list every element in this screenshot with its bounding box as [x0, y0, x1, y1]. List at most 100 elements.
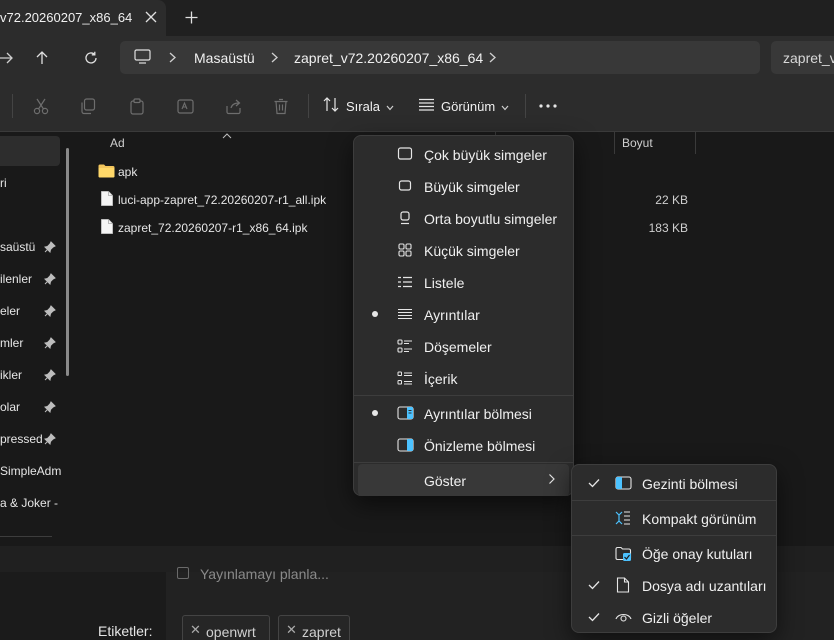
sidebar-item-label: ilenler	[0, 272, 33, 286]
tag-chip[interactable]: ✕ zapret	[278, 615, 350, 640]
sidebar-item-desktop[interactable]: saüstü	[0, 232, 62, 262]
sidebar-item-downloads[interactable]: ilenler	[0, 264, 62, 294]
sidebar-item-documents[interactable]: eler	[0, 296, 62, 326]
menu-separator	[354, 462, 573, 463]
paste-icon[interactable]	[127, 96, 147, 116]
sort-button[interactable]: Sırala	[323, 95, 394, 117]
breadcrumb-desktop[interactable]: Masaüstü	[194, 50, 255, 66]
toolbar-divider	[525, 94, 526, 118]
monitor-lg-icon	[396, 178, 414, 194]
menu-item-details[interactable]: Ayrıntılar	[358, 298, 569, 330]
sidebar-item-folder[interactable]: SimpleAdm	[0, 456, 62, 486]
more-options-icon[interactable]	[538, 96, 558, 116]
chevron-right-icon	[268, 49, 280, 65]
sidebar-item[interactable]: ri	[0, 168, 62, 198]
menu-item-label: Önizleme bölmesi	[424, 438, 536, 454]
menu-item-tiles[interactable]: Döşemeler	[358, 330, 569, 362]
tab-bar: v72.20260207_x86_64	[0, 0, 834, 36]
chevron-right-icon	[548, 473, 560, 487]
selected-bullet-icon	[372, 311, 378, 317]
submenu-item-item-checkboxes[interactable]: Öğe onay kutuları	[576, 537, 772, 569]
menu-item-large-icons[interactable]: Büyük simgeler	[358, 170, 569, 202]
submenu-item-navigation-pane[interactable]: Gezinti bölmesi	[576, 467, 772, 499]
new-tab-icon[interactable]	[180, 6, 202, 28]
sidebar-scrollbar[interactable]	[66, 148, 69, 376]
submenu-item-label: Gezinti bölmesi	[642, 476, 738, 492]
chevron-down-icon	[386, 99, 394, 114]
rename-icon[interactable]	[175, 96, 195, 116]
column-divider[interactable]	[614, 132, 615, 154]
pin-icon	[43, 401, 56, 414]
command-bar: Sırala Görünüm	[0, 80, 834, 132]
item-checkbox-icon	[614, 545, 632, 561]
sidebar-item-music[interactable]: ikler	[0, 360, 62, 390]
view-button[interactable]: Görünüm	[418, 95, 509, 117]
search-text: zapret_v	[783, 50, 834, 66]
sidebar-item-videos[interactable]: olar	[0, 392, 62, 422]
pin-icon	[43, 241, 56, 254]
hidden-items-icon	[614, 609, 632, 625]
view-icon	[418, 98, 435, 114]
chevron-down-icon	[501, 99, 509, 114]
delete-icon[interactable]	[271, 96, 291, 116]
checkmark-icon	[588, 610, 602, 624]
column-header-size[interactable]: Boyut	[622, 136, 653, 158]
menu-item-list[interactable]: Listele	[358, 266, 569, 298]
submenu-item-hidden-items[interactable]: Gizli öğeler	[576, 601, 772, 633]
menu-item-small-icons[interactable]: Küçük simgeler	[358, 234, 569, 266]
menu-item-medium-icons[interactable]: Orta boyutlu simgeler	[358, 202, 569, 234]
column-divider[interactable]	[695, 132, 696, 154]
remove-tag-icon[interactable]: ✕	[286, 622, 297, 638]
sidebar-item-label: eler	[0, 304, 21, 318]
menu-item-label: Göster	[424, 473, 467, 489]
cut-icon[interactable]	[31, 96, 51, 116]
copy-icon[interactable]	[78, 96, 98, 116]
sidebar-item-compressed[interactable]: pressed	[0, 424, 62, 454]
file-name: zapret_72.20260207-r1_x86_64.ipk	[118, 221, 308, 235]
view-label: Görünüm	[441, 98, 496, 114]
tag-chip[interactable]: ✕ openwrt	[182, 615, 270, 640]
menu-item-label: Döşemeler	[424, 339, 492, 355]
menu-item-extra-large-icons[interactable]: Çok büyük simgeler	[358, 138, 569, 170]
remove-tag-icon[interactable]: ✕	[190, 622, 201, 638]
tab-title: v72.20260207_x86_64	[0, 10, 133, 25]
publish-schedule-text[interactable]: Yayınlamayı planla...	[200, 566, 329, 582]
column-header-name[interactable]: Ad	[110, 136, 125, 158]
sidebar-item-folder[interactable]: a & Joker -	[0, 488, 62, 518]
sidebar-item-pictures[interactable]: mler	[0, 328, 62, 358]
menu-item-label: Büyük simgeler	[424, 179, 520, 195]
sidebar-item-selected[interactable]	[0, 136, 60, 166]
search-input[interactable]: zapret_v	[771, 41, 834, 74]
show-submenu: Gezinti bölmesi Kompakt görünüm Öğe onay…	[571, 464, 777, 633]
menu-item-content[interactable]: İçerik	[358, 362, 569, 394]
sort-label: Sırala	[346, 98, 380, 114]
address-row: Masaüstü zapret_v72.20260207_x86_64 zapr…	[0, 36, 834, 80]
checkmark-icon	[588, 578, 602, 592]
publish-checkbox[interactable]	[177, 567, 189, 579]
selected-bullet-icon	[372, 410, 378, 416]
sidebar-item-label: olar	[0, 400, 21, 414]
sidebar-item-label: ri	[0, 176, 7, 190]
refresh-icon[interactable]	[77, 44, 105, 72]
column-header-name-label: Ad	[110, 136, 125, 150]
share-icon[interactable]	[223, 96, 243, 116]
menu-item-label: Listele	[424, 275, 465, 291]
up-icon[interactable]	[28, 44, 56, 72]
menu-item-show[interactable]: Göster	[358, 464, 569, 496]
breadcrumb-folder[interactable]: zapret_v72.20260207_x86_64	[294, 50, 483, 66]
monitor-xl-icon	[396, 146, 414, 162]
file-size: 183 KB	[648, 221, 688, 235]
monitor-md-icon	[396, 210, 414, 226]
tab-active[interactable]: v72.20260207_x86_64	[0, 0, 166, 36]
forward-icon[interactable]	[0, 44, 20, 72]
menu-item-preview-pane[interactable]: Önizleme bölmesi	[358, 429, 569, 461]
menu-item-label: İçerik	[424, 371, 458, 387]
submenu-item-compact-view[interactable]: Kompakt görünüm	[576, 502, 772, 534]
submenu-item-file-extensions[interactable]: Dosya adı uzantıları	[576, 569, 772, 601]
close-tab-icon[interactable]	[140, 6, 162, 28]
menu-item-details-pane[interactable]: Ayrıntılar bölmesi	[358, 397, 569, 429]
checkmark-icon	[588, 476, 602, 490]
address-bar[interactable]: Masaüstü zapret_v72.20260207_x86_64	[120, 41, 760, 74]
sidebar-item-label: mler	[0, 336, 24, 350]
chevron-right-icon[interactable]	[486, 49, 498, 65]
